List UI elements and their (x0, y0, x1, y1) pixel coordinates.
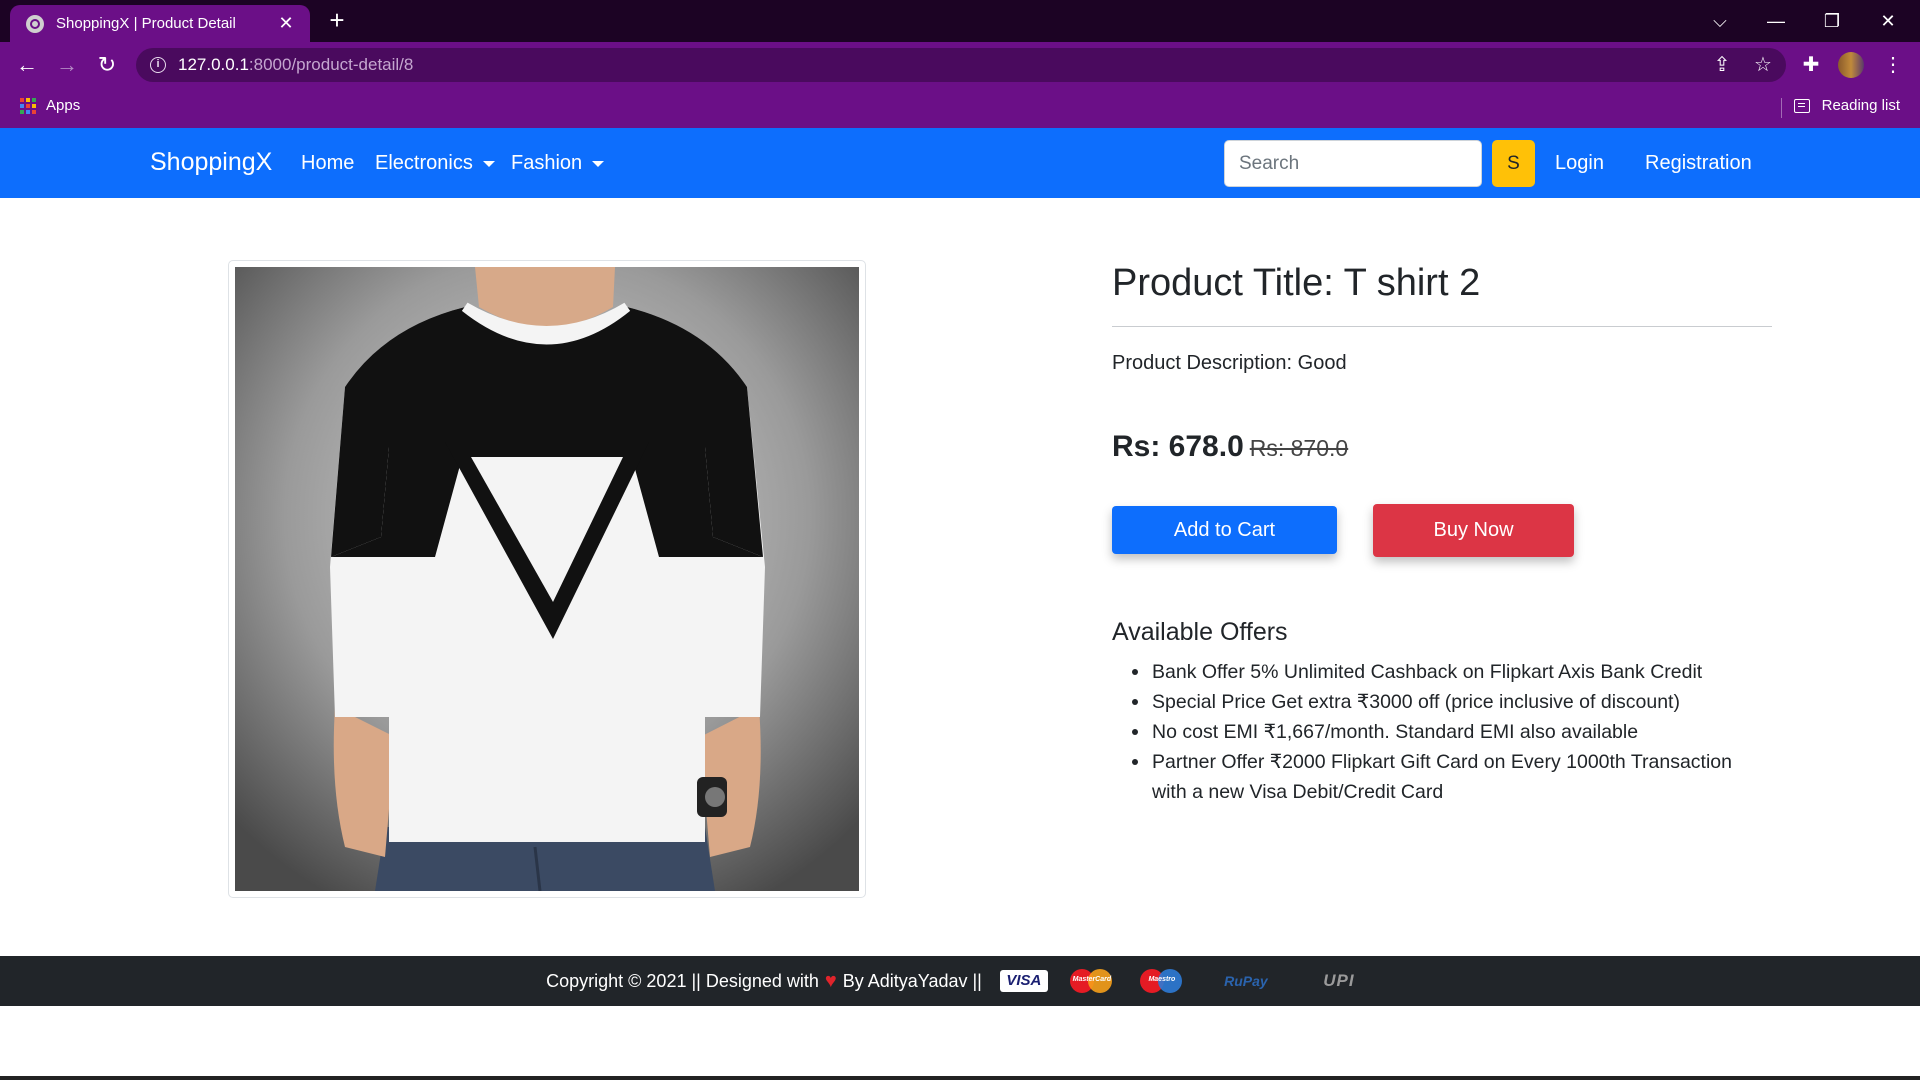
nav-electronics-dropdown[interactable]: Electronics (375, 152, 495, 175)
profile-avatar[interactable] (1838, 52, 1864, 78)
product-image (228, 260, 866, 898)
search-button[interactable]: S (1492, 140, 1535, 187)
price-block: Rs: 678.0 Rs: 870.0 (1112, 430, 1348, 464)
browser-tab[interactable]: ShoppingX | Product Detail ✕ (10, 5, 310, 42)
reload-icon[interactable]: ↻ (92, 50, 122, 80)
bookmarks-divider (1781, 98, 1782, 118)
caret-down-icon (592, 160, 605, 167)
maestro-icon: Maestro (1136, 969, 1188, 993)
nav-registration[interactable]: Registration (1645, 152, 1752, 175)
reading-list-icon (1793, 98, 1810, 113)
author-text: By AdityaYadav || (842, 970, 982, 991)
nav-fashion-label: Fashion (511, 152, 583, 174)
apps-label: Apps (46, 97, 81, 114)
back-arrow-icon[interactable]: ← (12, 50, 42, 80)
product-title: Product Title: T shirt 2 (1112, 262, 1481, 304)
reading-list-button[interactable]: Reading list (1793, 97, 1900, 114)
divider (1112, 326, 1772, 327)
new-tab-button[interactable]: + (322, 6, 352, 36)
browser-tabstrip: ShoppingX | Product Detail ✕ + ⌵ — ❐ ✕ (0, 0, 1920, 42)
copyright-text: Copyright © 2021 || Designed with (546, 970, 819, 991)
nav-electronics-label: Electronics (375, 152, 473, 174)
brand-logo[interactable]: ShoppingX (150, 148, 272, 177)
site-navbar: ShoppingX Home Electronics Fashion S Log… (0, 128, 1920, 198)
mastercard-icon: MasterCard (1066, 969, 1118, 993)
search-input[interactable] (1224, 140, 1482, 187)
nav-home[interactable]: Home (301, 152, 354, 175)
add-to-cart-button[interactable]: Add to Cart (1112, 506, 1337, 554)
list-item: No cost EMI ₹1,667/month. Standard EMI a… (1112, 717, 1762, 747)
offers-heading: Available Offers (1112, 618, 1288, 646)
url-host: 127.0.0.1 (178, 55, 249, 74)
site-info-icon[interactable]: i (150, 57, 166, 73)
minimize-icon[interactable]: — (1748, 0, 1804, 42)
globe-icon (26, 14, 44, 33)
list-item: Partner Offer ₹2000 Flipkart Gift Card o… (1112, 747, 1762, 807)
list-item: Special Price Get extra ₹3000 off (price… (1112, 687, 1762, 717)
list-item: Bank Offer 5% Unlimited Cashback on Flip… (1112, 657, 1762, 687)
visa-icon: VISA (999, 970, 1048, 992)
caret-down-icon (482, 160, 495, 167)
close-tab-icon[interactable]: ✕ (274, 13, 298, 34)
nav-fashion-dropdown[interactable]: Fashion (511, 152, 605, 175)
forward-arrow-icon[interactable]: → (52, 50, 82, 80)
share-icon[interactable]: ⇪ (1707, 50, 1737, 80)
old-price: Rs: 870.0 (1249, 435, 1349, 461)
restore-icon[interactable]: ❐ (1804, 0, 1860, 42)
apps-grid-icon (20, 97, 36, 114)
heart-icon: ♥ (824, 969, 837, 992)
bookmark-star-icon[interactable]: ☆ (1748, 50, 1778, 80)
menu-kebab-icon[interactable]: ⋮ (1878, 50, 1908, 80)
mastercard-label: MasterCard (1072, 976, 1112, 983)
current-price: Rs: 678.0 (1112, 430, 1244, 463)
tab-title: ShoppingX | Product Detail (56, 15, 236, 32)
window-bottom-edge (0, 1076, 1920, 1080)
extensions-puzzle-icon[interactable]: ✚ (1796, 50, 1826, 80)
offers-list: Bank Offer 5% Unlimited Cashback on Flip… (1112, 657, 1762, 807)
tab-search-icon[interactable]: ⌵ (1692, 0, 1748, 42)
bookmarks-bar: Apps Reading list (0, 88, 1920, 128)
buy-now-button[interactable]: Buy Now (1373, 504, 1574, 557)
site-footer: Copyright © 2021 || Designed with ♥ By A… (0, 956, 1920, 1006)
address-bar[interactable]: i 127.0.0.1:8000/product-detail/8 (136, 48, 1786, 82)
maestro-label: Maestro (1148, 976, 1176, 983)
url-path: :8000/product-detail/8 (248, 55, 414, 74)
close-window-icon[interactable]: ✕ (1860, 0, 1916, 42)
nav-login[interactable]: Login (1555, 152, 1604, 175)
reading-list-label: Reading list (1821, 97, 1900, 114)
browser-toolbar: ← → ↻ i 127.0.0.1:8000/product-detail/8 … (0, 42, 1920, 88)
upi-icon: UPI (1323, 971, 1355, 990)
tshirt-photo (235, 267, 859, 891)
apps-bookmark[interactable]: Apps (20, 97, 80, 114)
rupay-icon: RuPay (1224, 973, 1268, 989)
product-description: Product Description: Good (1112, 352, 1347, 374)
